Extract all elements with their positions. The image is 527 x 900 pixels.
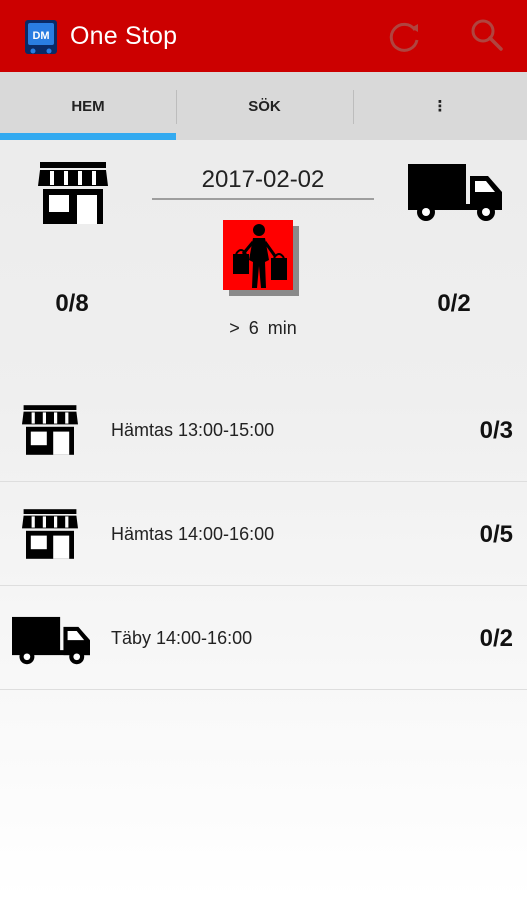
truck-icon xyxy=(12,616,90,665)
refresh-icon[interactable] xyxy=(385,18,423,56)
store-order-count: 0/8 xyxy=(55,290,89,317)
order-list: Hämtas 13:00-15:00 0/3 Hämtas 14:00-16:0… xyxy=(0,378,527,690)
store-icon xyxy=(38,162,108,224)
list-item-label: Täby 14:00-16:00 xyxy=(111,628,253,648)
shopper-icon xyxy=(233,224,287,288)
wait-time: > 6 min xyxy=(229,318,297,338)
app-title: One Stop xyxy=(70,22,178,50)
list-item-count: 0/3 xyxy=(479,417,513,444)
store-icon xyxy=(22,509,78,559)
shopper-background xyxy=(223,220,293,290)
svg-text:DM: DM xyxy=(32,30,49,42)
tab-hem[interactable]: HEM xyxy=(0,72,176,140)
app-logo-icon: DM xyxy=(25,20,57,54)
app-bar: DM One Stop xyxy=(0,0,527,72)
list-item-label: Hämtas 14:00-16:00 xyxy=(111,524,275,544)
list-item-count: 0/2 xyxy=(479,625,513,652)
search-icon[interactable] xyxy=(468,16,506,54)
shopper-badge xyxy=(223,220,301,298)
list-item-count: 0/5 xyxy=(479,521,513,548)
date-underline xyxy=(152,198,374,200)
tab-more[interactable]: ⋮ xyxy=(353,72,527,140)
list-item[interactable]: Hämtas 13:00-15:00 0/3 xyxy=(0,378,527,482)
list-item[interactable]: Hämtas 14:00-16:00 0/5 xyxy=(0,482,527,586)
delivery-order-count: 0/2 xyxy=(437,290,471,317)
list-item-label: Hämtas 13:00-15:00 xyxy=(111,420,275,440)
summary-panel: 2017-02-02 0/8 0/2 > 6 min xyxy=(0,140,527,360)
store-icon xyxy=(22,405,78,455)
selected-tab-indicator xyxy=(0,133,176,140)
tab-bar: HEM SÖK ⋮ xyxy=(0,72,527,140)
date-picker[interactable]: 2017-02-02 xyxy=(152,166,374,194)
tab-sok[interactable]: SÖK xyxy=(176,72,353,140)
list-item[interactable]: Täby 14:00-16:00 0/2 xyxy=(0,586,527,690)
truck-icon xyxy=(408,164,502,221)
